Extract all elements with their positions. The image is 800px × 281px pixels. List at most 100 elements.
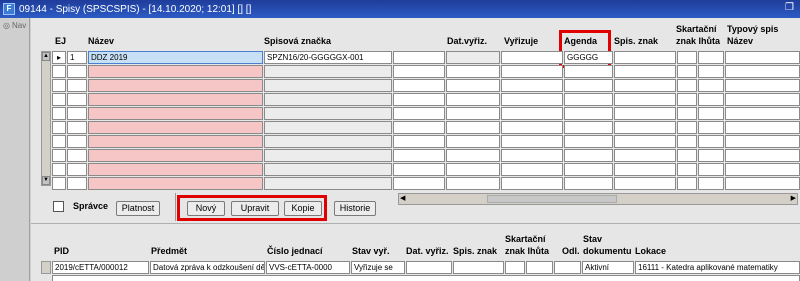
empty-cell[interactable] — [564, 163, 613, 176]
empty-cell[interactable] — [52, 177, 66, 190]
empty-cell[interactable] — [501, 93, 563, 106]
empty-cell[interactable] — [614, 79, 676, 92]
empty-cell[interactable] — [501, 121, 563, 134]
typovy-nazev-cell[interactable] — [725, 51, 800, 64]
empty-cell[interactable] — [88, 163, 263, 176]
empty-cell[interactable] — [67, 93, 87, 106]
empty-cell[interactable] — [614, 93, 676, 106]
empty-cell[interactable] — [564, 135, 613, 148]
empty-cell[interactable] — [67, 149, 87, 162]
empty-cell[interactable] — [88, 65, 263, 78]
skartacni-znak-cell[interactable] — [505, 261, 525, 274]
empty-cell[interactable] — [88, 121, 263, 134]
empty-cell[interactable] — [67, 135, 87, 148]
restore-icon[interactable]: ❐ — [785, 2, 794, 13]
skartacni-lhuta-cell[interactable] — [526, 261, 553, 274]
empty-cell[interactable] — [677, 135, 697, 148]
empty-cell[interactable] — [393, 149, 445, 162]
empty-cell[interactable] — [446, 65, 500, 78]
empty-cell[interactable] — [67, 65, 87, 78]
empty-cell[interactable] — [501, 65, 563, 78]
empty-cell[interactable] — [564, 177, 613, 190]
empty-cell[interactable] — [52, 107, 66, 120]
empty-cell[interactable] — [725, 121, 800, 134]
empty-cell[interactable] — [88, 177, 263, 190]
empty-cell[interactable] — [614, 107, 676, 120]
empty-cell[interactable] — [698, 65, 724, 78]
empty-cell[interactable] — [698, 79, 724, 92]
empty-cell[interactable] — [698, 107, 724, 120]
empty-cell[interactable] — [501, 79, 563, 92]
cislo-jednaci-cell[interactable]: VVS-cETTA-0000 — [266, 261, 350, 274]
empty-cell[interactable] — [393, 51, 445, 64]
empty-cell[interactable] — [67, 163, 87, 176]
empty-cell[interactable] — [52, 135, 66, 148]
empty-cell[interactable] — [52, 79, 66, 92]
novy-button[interactable]: Nový — [187, 201, 225, 216]
empty-cell[interactable] — [677, 177, 697, 190]
empty-cell[interactable] — [393, 65, 445, 78]
stav-vyr-cell[interactable]: Vyřizuje se — [351, 261, 405, 274]
empty-cell[interactable] — [677, 93, 697, 106]
empty-cell[interactable] — [446, 79, 500, 92]
empty-cell[interactable] — [614, 65, 676, 78]
empty-cell[interactable] — [501, 135, 563, 148]
scroll-thumb[interactable] — [487, 195, 617, 203]
empty-cell[interactable] — [677, 163, 697, 176]
nazev-cell[interactable]: DDZ 2019 — [88, 51, 263, 64]
row-marker[interactable]: ▸ — [52, 51, 66, 64]
empty-cell[interactable] — [264, 107, 392, 120]
empty-cell[interactable] — [52, 163, 66, 176]
empty-cell[interactable] — [446, 107, 500, 120]
empty-cell[interactable] — [614, 177, 676, 190]
empty-cell[interactable] — [677, 65, 697, 78]
empty-cell[interactable] — [501, 177, 563, 190]
empty-cell[interactable] — [67, 107, 87, 120]
empty-cell[interactable] — [614, 149, 676, 162]
empty-cell[interactable] — [501, 107, 563, 120]
empty-cell[interactable] — [725, 149, 800, 162]
empty-cell[interactable] — [564, 93, 613, 106]
empty-cell[interactable] — [677, 107, 697, 120]
empty-cell[interactable] — [52, 149, 66, 162]
ej-cell[interactable]: 1 — [67, 51, 87, 64]
empty-cell[interactable] — [264, 93, 392, 106]
empty-cell[interactable] — [52, 275, 800, 281]
spis-znak-cell[interactable] — [453, 261, 504, 274]
empty-cell[interactable] — [52, 93, 66, 106]
empty-cell[interactable] — [264, 177, 392, 190]
empty-cell[interactable] — [677, 79, 697, 92]
empty-cell[interactable] — [264, 65, 392, 78]
empty-cell[interactable] — [264, 121, 392, 134]
empty-cell[interactable] — [264, 135, 392, 148]
grid-horizontal-scrollbar[interactable]: ◀ ▶ — [398, 193, 798, 205]
empty-cell[interactable] — [725, 163, 800, 176]
empty-cell[interactable] — [725, 177, 800, 190]
empty-cell[interactable] — [67, 121, 87, 134]
odl-cell[interactable] — [554, 261, 581, 274]
empty-cell[interactable] — [67, 79, 87, 92]
empty-cell[interactable] — [88, 135, 263, 148]
kopie-button[interactable]: Kopie — [284, 201, 322, 216]
empty-cell[interactable] — [393, 177, 445, 190]
empty-cell[interactable] — [677, 149, 697, 162]
empty-cell[interactable] — [446, 149, 500, 162]
empty-cell[interactable] — [698, 177, 724, 190]
pid-cell[interactable]: 2019/cETTA/000012 — [52, 261, 149, 274]
empty-cell[interactable] — [52, 65, 66, 78]
lokace-cell[interactable]: 16111 - Katedra aplikované matematiky — [635, 261, 800, 274]
empty-cell[interactable] — [698, 93, 724, 106]
empty-cell[interactable] — [564, 65, 613, 78]
empty-cell[interactable] — [446, 135, 500, 148]
empty-cell[interactable] — [52, 121, 66, 134]
dat-vyriz-cell[interactable] — [406, 261, 452, 274]
empty-cell[interactable] — [264, 163, 392, 176]
grid-vertical-scrollbar[interactable]: ▲ ▼ — [41, 51, 51, 186]
empty-cell[interactable] — [614, 121, 676, 134]
spis-znak-cell[interactable] — [614, 51, 676, 64]
empty-cell[interactable] — [614, 163, 676, 176]
scroll-left-icon[interactable]: ◀ — [400, 194, 405, 202]
empty-cell[interactable] — [698, 149, 724, 162]
empty-cell[interactable] — [698, 163, 724, 176]
empty-cell[interactable] — [446, 163, 500, 176]
